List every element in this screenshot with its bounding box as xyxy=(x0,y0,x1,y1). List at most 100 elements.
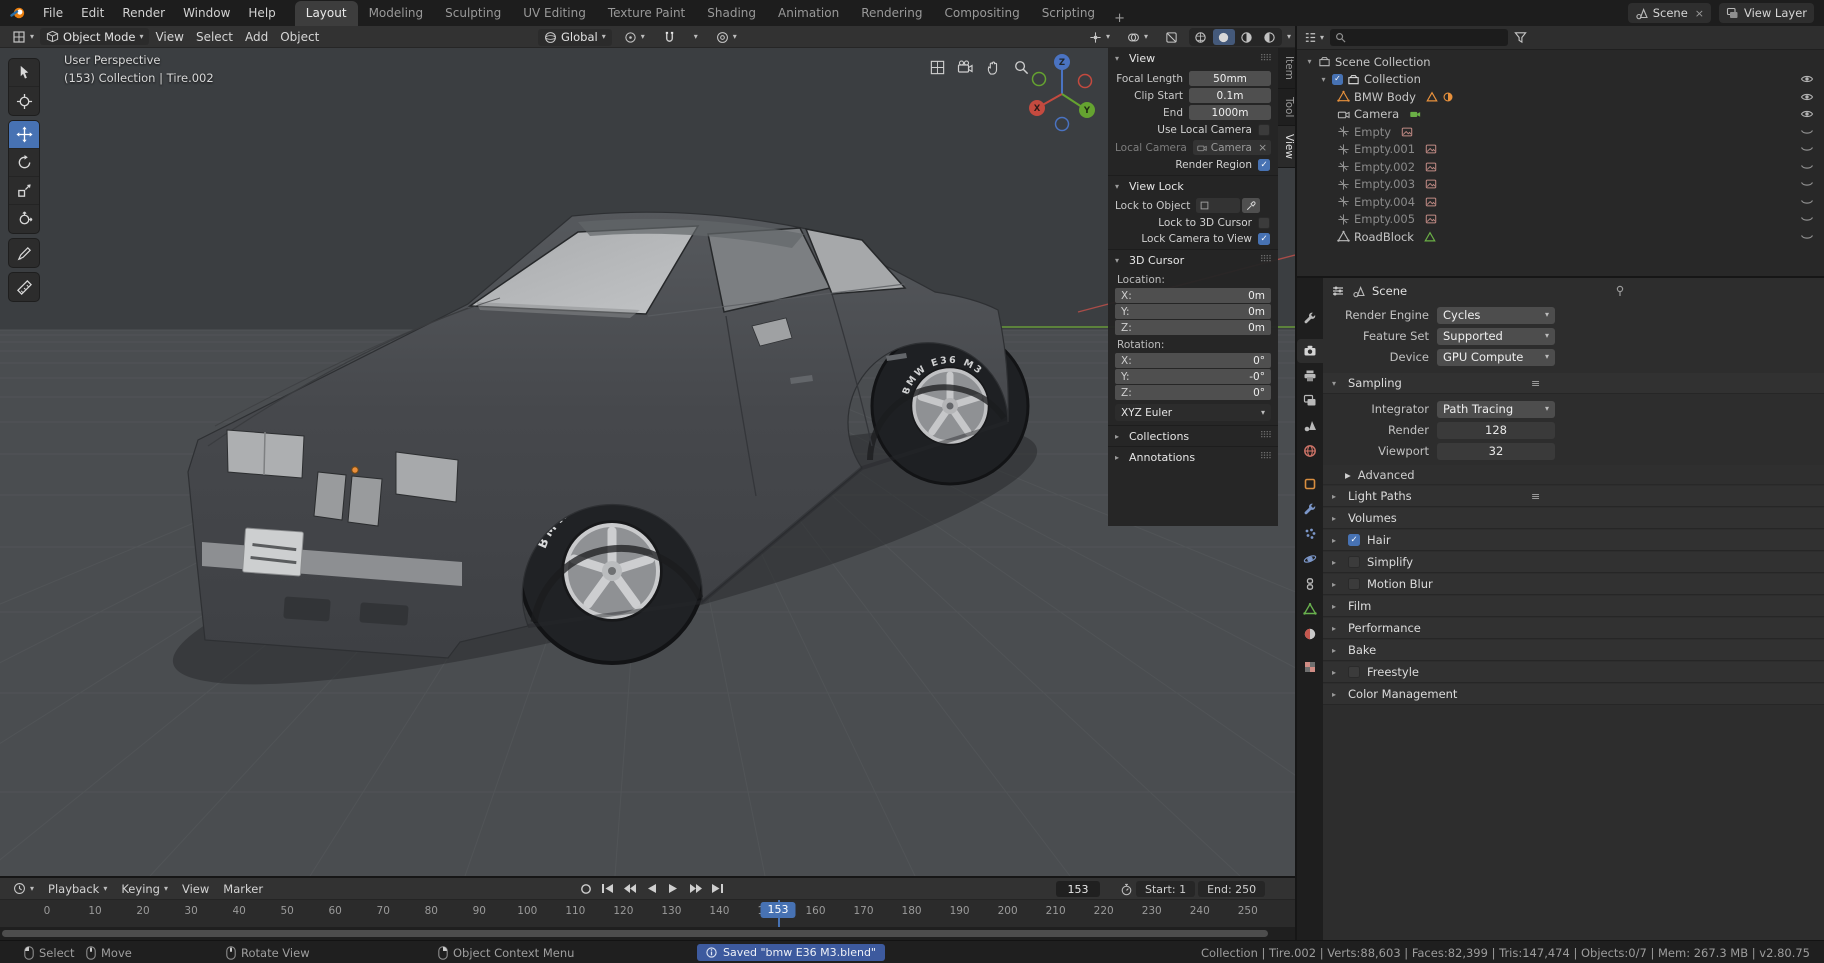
tab-sculpting[interactable]: Sculpting xyxy=(434,1,512,26)
menu-playback[interactable]: Playback▾ xyxy=(41,882,114,896)
rotation-mode-dropdown[interactable]: XYZ Euler ▾ xyxy=(1115,404,1271,421)
tab-tool[interactable]: Tool xyxy=(1278,89,1295,126)
simplify-checkbox[interactable] xyxy=(1348,556,1360,568)
annotations-section-header[interactable]: ▸ Annotations ⠿⠿ xyxy=(1108,446,1278,467)
menu-edit[interactable]: Edit xyxy=(72,0,113,26)
tab-animation[interactable]: Animation xyxy=(767,1,850,26)
mesh-data-badge-icon[interactable] xyxy=(1424,231,1436,243)
menu-window[interactable]: Window xyxy=(174,0,239,26)
tab-texture-paint[interactable]: Texture Paint xyxy=(597,1,696,26)
timeline-scrollbar-handle[interactable] xyxy=(2,930,1268,937)
cursor-location-y-field[interactable]: Y: 0m xyxy=(1115,304,1271,319)
outliner-row-empty-002[interactable]: Empty.002 xyxy=(1297,158,1824,176)
motion-blur-section-header[interactable]: ▸ Motion Blur xyxy=(1323,574,1824,595)
play-button[interactable] xyxy=(664,880,683,897)
tab-render-properties[interactable] xyxy=(1297,339,1323,363)
axis-minus-y-ball[interactable] xyxy=(1033,73,1046,86)
hair-section-header[interactable]: ▸ ✓ Hair xyxy=(1323,530,1824,551)
move-tool[interactable] xyxy=(9,121,39,149)
outliner-row-empty-003[interactable]: Empty.003 xyxy=(1297,176,1824,194)
show-gizmos-dropdown[interactable]: ▾ xyxy=(1083,26,1116,48)
tab-scene-properties[interactable] xyxy=(1297,414,1323,438)
menu-help[interactable]: Help xyxy=(239,0,284,26)
image-badge-icon[interactable] xyxy=(1425,178,1437,190)
cursor-rotation-y-field[interactable]: Y: -0° xyxy=(1115,369,1271,384)
menu-file[interactable]: File xyxy=(34,0,72,26)
mesh-data-badge-icon[interactable] xyxy=(1426,91,1438,103)
shading-solid-button[interactable] xyxy=(1213,29,1235,45)
render-region-checkbox[interactable]: ✓ xyxy=(1258,159,1270,171)
viewport-samples-field[interactable]: 32 xyxy=(1437,443,1555,460)
menu-marker[interactable]: Marker xyxy=(216,882,270,896)
integrator-dropdown[interactable]: Path Tracing ▾ xyxy=(1437,401,1555,418)
preset-list-icon[interactable]: ≡ xyxy=(1531,490,1540,503)
tab-modeling[interactable]: Modeling xyxy=(358,1,435,26)
next-keyframe-button[interactable] xyxy=(686,880,705,897)
transform-orientation-dropdown[interactable]: Global ▾ xyxy=(538,29,612,46)
lock-camera-checkbox[interactable]: ✓ xyxy=(1258,233,1270,245)
select-box-tool[interactable] xyxy=(9,59,39,87)
blender-menu-button[interactable] xyxy=(0,5,34,21)
outliner-row-empty-005[interactable]: Empty.005 xyxy=(1297,211,1824,229)
panel-grip-icon[interactable]: ⠿⠿ xyxy=(1260,255,1271,265)
tab-shading[interactable]: Shading xyxy=(696,1,767,26)
axis-x-ball[interactable]: X xyxy=(1029,100,1045,116)
auto-keying-button[interactable] xyxy=(576,880,595,897)
proportional-edit-toggle[interactable]: ▾ xyxy=(710,26,743,48)
menu-render[interactable]: Render xyxy=(113,0,174,26)
eye-closed-icon[interactable] xyxy=(1800,161,1814,173)
viewport-canvas[interactable]: BMW E36 M3 BMW E36 M3 xyxy=(0,26,1295,876)
menu-view[interactable]: View xyxy=(149,26,189,48)
collections-section-header[interactable]: ▸ Collections ⠿⠿ xyxy=(1108,425,1278,446)
collection-checkbox[interactable]: ✓ xyxy=(1332,74,1343,85)
3d-viewport[interactable]: BMW E36 M3 BMW E36 M3 xyxy=(0,26,1295,876)
prev-keyframe-button[interactable] xyxy=(620,880,639,897)
tab-view-layer-properties[interactable] xyxy=(1297,389,1323,413)
axis-z-ball[interactable]: Z xyxy=(1054,54,1070,70)
3d-cursor-section-header[interactable]: ▾ 3D Cursor ⠿⠿ xyxy=(1108,249,1278,270)
axis-y-ball[interactable]: Y xyxy=(1079,102,1095,118)
light-paths-section-header[interactable]: ▸ Light Paths ≡ xyxy=(1323,486,1824,507)
eye-closed-icon[interactable] xyxy=(1800,196,1814,208)
menu-keying[interactable]: Keying▾ xyxy=(114,882,175,896)
tab-particle-properties[interactable] xyxy=(1297,522,1323,546)
hair-checkbox[interactable]: ✓ xyxy=(1348,534,1360,546)
local-camera-field[interactable]: Camera × xyxy=(1193,140,1271,155)
clear-icon[interactable]: × xyxy=(1258,142,1267,154)
use-local-camera-checkbox[interactable] xyxy=(1258,124,1270,136)
shading-wireframe-button[interactable] xyxy=(1190,29,1212,45)
tab-output-properties[interactable] xyxy=(1297,364,1323,388)
outliner-row-empty-004[interactable]: Empty.004 xyxy=(1297,193,1824,211)
triangle-down-icon[interactable]: ▾ xyxy=(1305,57,1314,66)
camera-data-badge-icon[interactable] xyxy=(1409,108,1421,120)
pan-view-button[interactable] xyxy=(982,56,1004,78)
tab-object-properties[interactable] xyxy=(1297,472,1323,496)
eye-closed-icon[interactable] xyxy=(1800,178,1814,190)
film-section-header[interactable]: ▸ Film xyxy=(1323,596,1824,617)
image-badge-icon[interactable] xyxy=(1425,196,1437,208)
shading-rendered-button[interactable] xyxy=(1259,29,1281,45)
shading-material-button[interactable] xyxy=(1236,29,1258,45)
material-badge-icon[interactable] xyxy=(1442,91,1454,103)
rotate-tool[interactable] xyxy=(9,149,39,177)
collection-row[interactable]: ▾ ✓ Collection xyxy=(1297,71,1824,89)
timeline-editor-type-button[interactable]: ▾ xyxy=(6,882,41,895)
performance-section-header[interactable]: ▸ Performance xyxy=(1323,618,1824,639)
tab-item[interactable]: Item xyxy=(1278,48,1295,89)
scene-selector[interactable]: Scene × xyxy=(1628,3,1711,23)
transform-tool[interactable] xyxy=(9,205,39,233)
image-badge-icon[interactable] xyxy=(1425,143,1437,155)
properties-editor-icon[interactable] xyxy=(1331,284,1345,298)
jump-to-end-button[interactable] xyxy=(708,880,727,897)
panel-grip-icon[interactable]: ⠿⠿ xyxy=(1260,431,1271,441)
tab-tool-properties[interactable] xyxy=(1297,306,1323,330)
motion-blur-checkbox[interactable] xyxy=(1348,578,1360,590)
snap-settings-dropdown[interactable]: ▾ xyxy=(688,26,704,48)
axis-minus-z-ball[interactable] xyxy=(1056,118,1069,131)
tab-material-properties[interactable] xyxy=(1297,622,1323,646)
outliner-editor-type-button[interactable]: ▾ xyxy=(1304,31,1324,44)
add-workspace-button[interactable]: + xyxy=(1106,11,1133,26)
scene-unlink-icon[interactable]: × xyxy=(1693,7,1704,20)
render-samples-field[interactable]: 128 xyxy=(1437,422,1555,439)
lock-object-field[interactable] xyxy=(1196,198,1240,213)
